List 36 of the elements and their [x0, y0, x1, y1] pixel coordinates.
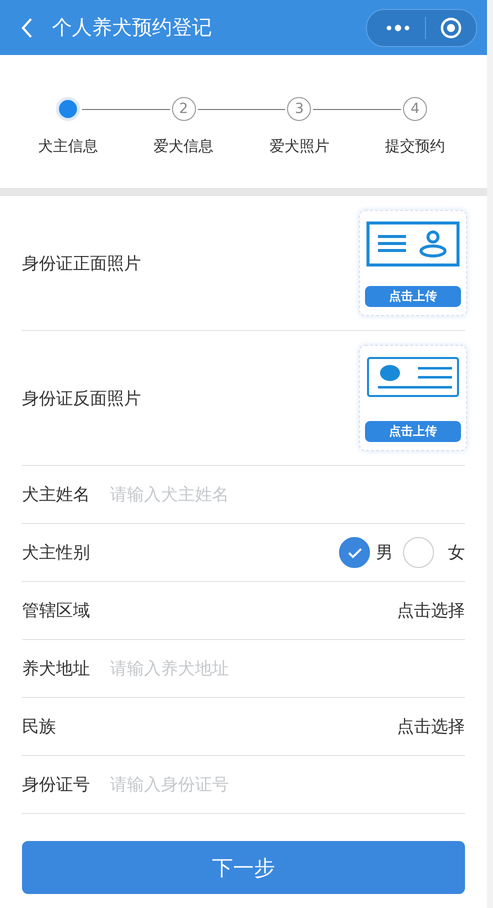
radio-button[interactable] [339, 537, 370, 568]
input-field[interactable]: 请输入犬主姓名 [108, 484, 465, 506]
field-label: 身份证号 [22, 774, 90, 796]
next-button[interactable]: 下一步 [22, 841, 465, 894]
back-icon[interactable] [20, 16, 34, 38]
step-label: 爱犬信息 [154, 137, 214, 156]
check-icon [346, 546, 362, 558]
id-card-icon [366, 221, 460, 267]
step-label: 提交预约 [385, 137, 446, 156]
step-indicator: 2 [172, 97, 196, 121]
field-label: 管辖区域 [22, 600, 90, 622]
step-indicator: 4 [403, 97, 428, 121]
field-label: 身份证正面照片 [22, 252, 141, 274]
close-icon[interactable] [440, 16, 462, 38]
step-indicator: 3 [287, 97, 312, 121]
input-field[interactable]: 请输入养犬地址 [108, 658, 465, 680]
field-label: 民族 [22, 716, 56, 738]
field-label: 犬主姓名 [22, 484, 90, 506]
step-label: 爱犬照片 [269, 137, 330, 156]
field-label: 犬主性别 [22, 542, 90, 564]
upload-button[interactable]: 点击上传 [365, 286, 461, 307]
radio-label: 男 [376, 542, 393, 564]
select-field[interactable]: 点击选择 [397, 599, 465, 622]
page-title: 个人养犬预约登记 [52, 14, 213, 41]
field-label: 身份证反面照片 [22, 388, 141, 410]
field-label: 养犬地址 [22, 658, 90, 680]
upload-card[interactable]: 点击上传 [359, 210, 467, 316]
id-card-icon [366, 356, 460, 398]
more-icon[interactable] [385, 24, 411, 32]
radio-label: 女 [448, 542, 465, 564]
step-label: 犬主信息 [38, 137, 98, 156]
upload-card[interactable]: 点击上传 [359, 345, 467, 451]
input-field[interactable]: 请输入身份证号 [108, 774, 465, 796]
upload-button[interactable]: 点击上传 [365, 421, 461, 442]
select-field[interactable]: 点击选择 [397, 715, 465, 738]
radio-button[interactable] [403, 537, 434, 568]
